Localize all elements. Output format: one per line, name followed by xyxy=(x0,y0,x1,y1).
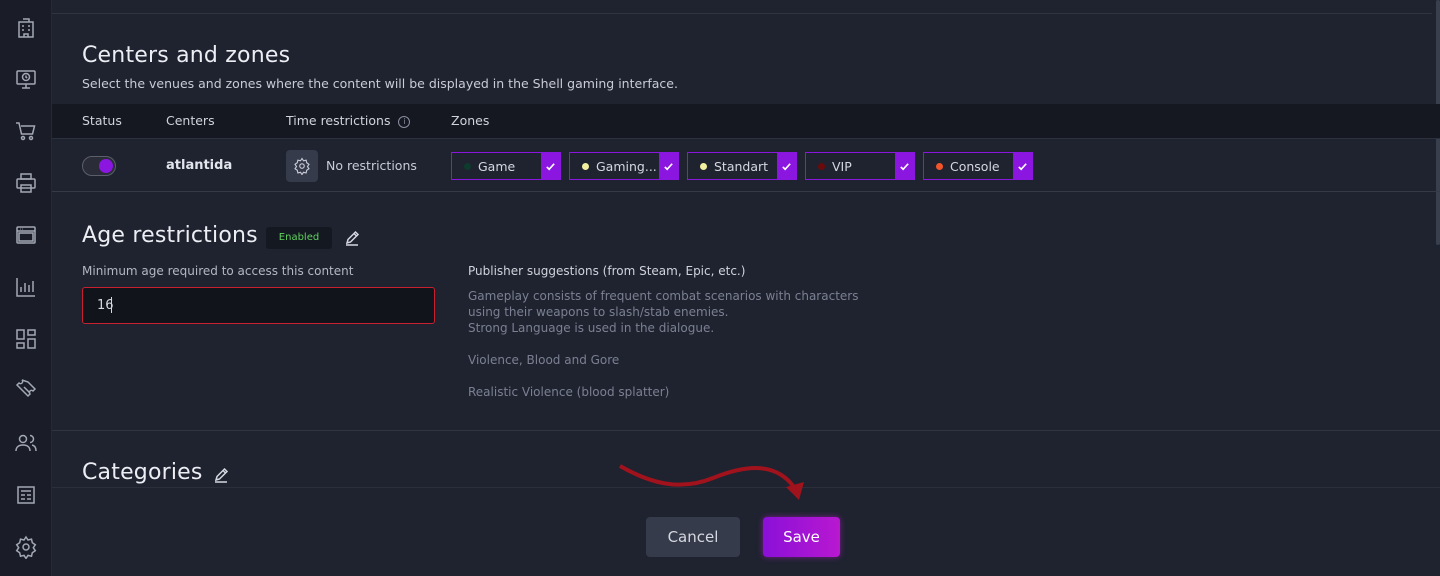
zone-select-console[interactable]: Console xyxy=(923,152,1033,180)
column-zones: Zones xyxy=(451,113,490,128)
edit-categories-pencil-icon[interactable] xyxy=(213,467,229,483)
bar-chart-icon[interactable] xyxy=(13,274,39,300)
cancel-button[interactable]: Cancel xyxy=(646,517,740,557)
column-time-restrictions: Time restrictions i xyxy=(286,113,411,128)
publisher-suggestion-line: Gameplay consists of frequent combat sce… xyxy=(468,289,859,303)
zone-select-gaming[interactable]: Gaming... xyxy=(569,152,679,180)
dashboard-grid-icon[interactable] xyxy=(13,326,39,352)
zone-color-dot xyxy=(818,163,825,170)
zone-label: Game xyxy=(478,159,516,174)
time-restriction-value: No restrictions xyxy=(326,158,417,173)
age-field-label: Minimum age required to access this cont… xyxy=(82,264,354,278)
edit-age-pencil-icon[interactable] xyxy=(344,230,360,246)
text-caret xyxy=(111,297,112,313)
info-icon[interactable]: i xyxy=(398,115,411,128)
publisher-suggestion-line: Violence, Blood and Gore xyxy=(468,353,620,367)
status-toggle[interactable] xyxy=(82,156,116,176)
age-restrictions-title: Age restrictions xyxy=(82,223,258,248)
check-icon[interactable] xyxy=(1013,153,1032,179)
check-icon[interactable] xyxy=(659,153,678,179)
monitor-clock-icon[interactable] xyxy=(13,66,39,92)
center-name: atlantida xyxy=(166,158,233,173)
settings-gear-icon[interactable] xyxy=(13,534,39,560)
printer-icon[interactable] xyxy=(13,170,39,196)
centers-zones-title: Centers and zones xyxy=(82,43,291,68)
newspaper-icon[interactable] xyxy=(13,482,39,508)
check-icon[interactable] xyxy=(895,153,914,179)
users-icon[interactable] xyxy=(13,430,39,456)
column-centers: Centers xyxy=(166,113,215,128)
enabled-badge: Enabled xyxy=(266,227,332,249)
cart-icon[interactable] xyxy=(13,118,39,144)
column-status: Status xyxy=(82,113,122,128)
top-divider xyxy=(52,13,1432,14)
zone-label: Console xyxy=(950,159,1000,174)
zone-label: Gaming... xyxy=(596,159,657,174)
zone-select-standart[interactable]: Standart xyxy=(687,152,797,180)
annotation-arrow-icon xyxy=(619,464,804,500)
zone-color-dot xyxy=(582,163,589,170)
time-restrictions-settings-button[interactable] xyxy=(286,150,318,182)
minimum-age-input[interactable] xyxy=(82,287,435,324)
categories-title: Categories xyxy=(82,460,203,485)
publisher-suggestion-line: using their weapons to slash/stab enemie… xyxy=(468,305,729,319)
ticket-icon[interactable] xyxy=(13,378,39,404)
zone-select-vip[interactable]: VIP xyxy=(805,152,915,180)
building-icon[interactable] xyxy=(13,15,39,41)
save-button[interactable]: Save xyxy=(763,517,840,557)
publisher-suggestion-line: Strong Language is used in the dialogue. xyxy=(468,321,715,335)
zone-color-dot xyxy=(700,163,707,170)
sidebar xyxy=(0,0,52,576)
browser-window-icon[interactable] xyxy=(13,222,39,248)
toggle-knob xyxy=(99,159,113,173)
zone-select-game[interactable]: Game xyxy=(451,152,561,180)
zone-color-dot xyxy=(936,163,943,170)
zone-color-dot xyxy=(464,163,471,170)
zones-table-header: Status Centers Time restrictions i Zones xyxy=(52,104,1440,139)
publisher-suggestions-title: Publisher suggestions (from Steam, Epic,… xyxy=(468,264,746,278)
column-time-label: Time restrictions xyxy=(286,113,391,128)
zone-label: VIP xyxy=(832,159,852,174)
publisher-suggestion-line: Realistic Violence (blood splatter) xyxy=(468,385,670,399)
section-divider xyxy=(52,430,1440,431)
centers-zones-description: Select the venues and zones where the co… xyxy=(82,76,678,91)
check-icon[interactable] xyxy=(777,153,796,179)
zone-label: Standart xyxy=(714,159,769,174)
gear-icon xyxy=(294,157,310,175)
table-row: atlantida No restrictions Game Gaming...… xyxy=(52,140,1440,192)
main-content: Centers and zones Select the venues and … xyxy=(52,0,1440,576)
check-icon[interactable] xyxy=(541,153,560,179)
